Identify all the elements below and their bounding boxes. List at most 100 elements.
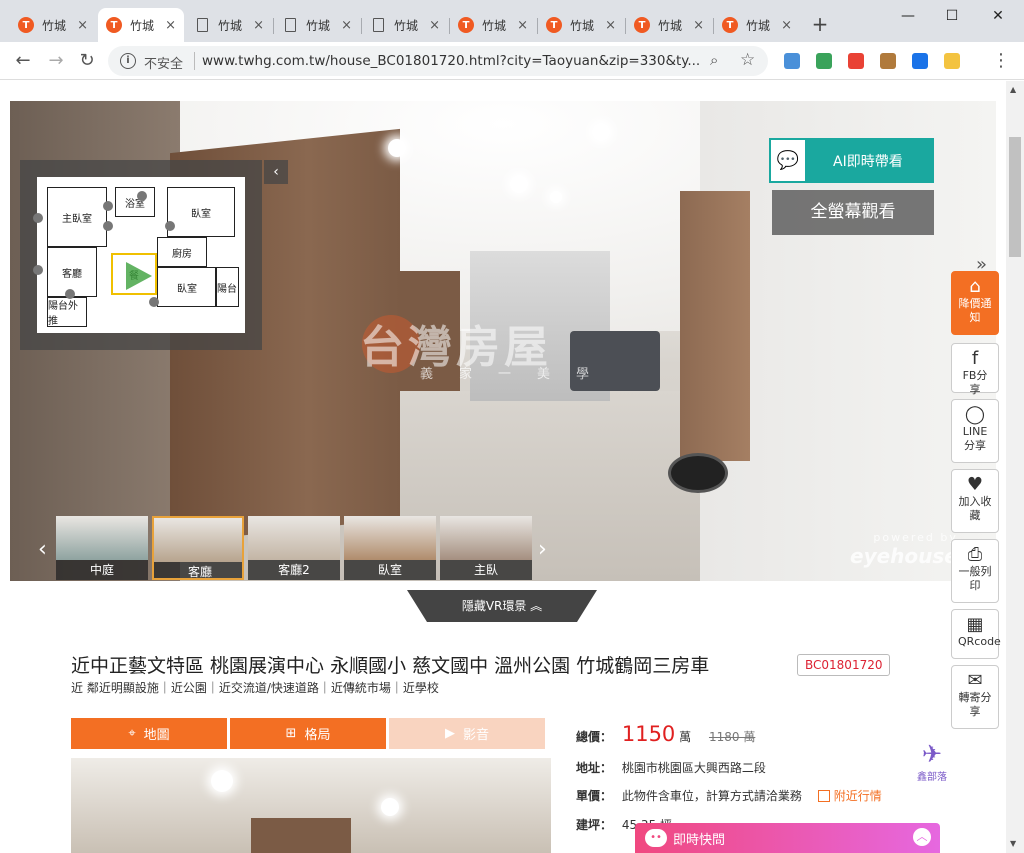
scene-thumbnail-label: 客廳2	[248, 560, 340, 580]
floorplan-hotspot[interactable]	[33, 265, 43, 275]
chevron-up-icon[interactable]: ︿	[913, 828, 931, 846]
back-button[interactable]: ←	[12, 50, 34, 72]
extension-icon[interactable]	[848, 53, 864, 69]
tab-close-icon[interactable]: ×	[781, 18, 792, 33]
floorplan-hotspot[interactable]	[103, 221, 113, 231]
page-scrollbar[interactable]: ▲ ▼	[1006, 81, 1024, 853]
browser-tab[interactable]: T 竹城 ×	[10, 8, 96, 42]
browser-tab[interactable]: T 竹城 ×	[98, 8, 184, 42]
bookmark-star-icon[interactable]: ☆	[740, 50, 755, 70]
instant-chat-bar[interactable]: •• 即時快問 ︿	[635, 823, 940, 853]
tab-close-icon[interactable]: ×	[605, 18, 616, 33]
thumb-prev-icon[interactable]: ‹	[38, 537, 47, 562]
floorplan-hotspot[interactable]	[137, 191, 147, 201]
tab-close-icon[interactable]: ×	[253, 18, 264, 33]
tab-close-icon[interactable]: ×	[341, 18, 352, 33]
area-label: 建坪：	[576, 818, 613, 832]
browser-tab[interactable]: T 竹城 ×	[538, 8, 624, 42]
scroll-down-arrow[interactable]: ▼	[1010, 839, 1016, 848]
side-action-item[interactable]: ♥ 加入收藏	[951, 469, 999, 533]
forward-button[interactable]: →	[45, 50, 67, 72]
browser-menu-icon[interactable]: ⋮	[992, 50, 1010, 71]
extension-icon[interactable]	[816, 53, 832, 69]
ai-guide-button[interactable]: 💬 AI即時帶看	[769, 138, 934, 183]
total-price-label: 總價：	[576, 730, 613, 744]
tab-close-icon[interactable]: ×	[77, 18, 88, 33]
zoom-icon[interactable]: ⌕	[710, 51, 718, 69]
info-icon[interactable]: i	[120, 53, 136, 69]
hide-vr-button[interactable]: 隱藏VR環景 ︽	[407, 590, 597, 622]
floorplan-hotspot[interactable]	[165, 221, 175, 231]
side-action-item[interactable]: ▦ QRcode	[951, 609, 1001, 659]
tab-close-icon[interactable]: ×	[165, 18, 176, 33]
floorplan-hotspot[interactable]	[149, 297, 159, 307]
document-icon	[197, 18, 208, 32]
maximize-button[interactable]: ☐	[930, 4, 974, 28]
floorplan-room[interactable]: 浴室	[115, 187, 155, 217]
browser-tab[interactable]: 竹城 ×	[186, 8, 272, 42]
tab-separator	[449, 18, 450, 34]
fullscreen-button[interactable]: 全螢幕觀看	[772, 190, 934, 235]
scene-thumbnail[interactable]: 客廳2	[248, 516, 340, 580]
side-action-item[interactable]: f FB分享	[951, 343, 999, 396]
tab-close-icon[interactable]: ×	[517, 18, 528, 33]
powered-by-brand: eyehouse	[850, 544, 958, 568]
close-window-button[interactable]: ✕	[976, 4, 1020, 28]
scene-thumbnail[interactable]: 主臥	[440, 516, 532, 580]
floorplan-room[interactable]: 臥室	[167, 187, 235, 237]
reload-button[interactable]: ↻	[76, 50, 98, 72]
browser-tab[interactable]: T 竹城 ×	[450, 8, 536, 42]
scene-thumbnail[interactable]: 中庭	[56, 516, 148, 580]
scene-thumbnail[interactable]: 客廳	[152, 516, 244, 580]
scroll-up-arrow[interactable]: ▲	[1010, 85, 1016, 94]
extension-icon[interactable]	[784, 53, 800, 69]
listing-tab-2[interactable]: ▶ 影音	[389, 718, 545, 749]
nearby-prices-link[interactable]: 附近行情	[817, 789, 882, 803]
floorplan-minimap-panel: 主臥室 臥室 客廳 廚房 臥室 陽台 陽台外推 浴室餐	[20, 160, 262, 350]
listing-photo[interactable]	[71, 758, 551, 853]
minimap-collapse-button[interactable]: ‹	[264, 160, 288, 184]
chat-icon: 💬	[769, 138, 807, 183]
browser-tab[interactable]: 竹城 ×	[362, 8, 448, 42]
floorplan-hotspot[interactable]	[33, 213, 43, 223]
twhg-logo-icon: T	[18, 17, 34, 33]
total-price-row: 總價： 1150 萬 1180 萬	[576, 722, 755, 746]
tab-close-icon[interactable]: ×	[693, 18, 704, 33]
listing-tab-0[interactable]: ⌖ 地圖	[71, 718, 227, 749]
extension-icon[interactable]	[944, 53, 960, 69]
browser-tab[interactable]: T 竹城 ×	[714, 8, 800, 42]
tab-separator	[361, 18, 362, 34]
floorplan-minimap[interactable]: 主臥室 臥室 客廳 廚房 臥室 陽台 陽台外推 浴室餐	[33, 177, 245, 333]
floorplan-room[interactable]: 主臥室	[47, 187, 107, 247]
extension-icon[interactable]	[912, 53, 928, 69]
scene-thumbnail-image	[440, 516, 532, 560]
thumb-next-icon[interactable]: ›	[538, 537, 547, 562]
floorplan-room[interactable]: 陽台外推	[47, 297, 87, 327]
browser-tab[interactable]: 竹城 ×	[274, 8, 360, 42]
floorplan-room[interactable]: 廚房	[157, 237, 207, 267]
unit-price-value: 此物件含車位，計算方式請洽業務	[621, 789, 802, 803]
floorplan-room[interactable]: 臥室	[157, 267, 217, 307]
side-action-item[interactable]: ⎙ 一般列印	[951, 539, 999, 603]
side-action-item[interactable]: ✉ 轉寄分享	[951, 665, 999, 729]
side-action-item[interactable]: ⌂ 降價通知	[951, 271, 999, 335]
tab-close-icon[interactable]: ×	[429, 18, 440, 33]
tab-title: 竹城	[746, 18, 771, 33]
floorplan-hotspot[interactable]	[65, 289, 75, 299]
address-bar[interactable]: i 不安全 www.twhg.com.tw/house_BC01801720.h…	[108, 46, 768, 76]
xinbuluo-badge: ✈ 鑫部落	[910, 740, 954, 783]
paper-plane-icon: ✈	[921, 740, 943, 768]
url-text[interactable]: www.twhg.com.tw/house_BC01801720.html?ci…	[202, 53, 702, 69]
scrollbar-thumb[interactable]	[1009, 137, 1021, 257]
new-tab-button[interactable]: +	[808, 12, 832, 36]
scene-thumbnail[interactable]: 臥室	[344, 516, 436, 580]
floorplan-room[interactable]: 陽台	[215, 267, 239, 307]
listing-tab-1[interactable]: ⊞ 格局	[230, 718, 386, 749]
browser-tab[interactable]: T 竹城 ×	[626, 8, 712, 42]
vr-panorama-viewer[interactable]: 台灣房屋 義家一美學 💬 AI即時帶看 全螢幕觀看 » 主臥室 臥室 客廳 廚房 臥室陽…	[10, 101, 996, 581]
minimize-button[interactable]: —	[886, 4, 930, 28]
side-action-item[interactable]: ◯ LINE分享	[951, 399, 999, 463]
floorplan-hotspot[interactable]	[103, 201, 113, 211]
tab-title: 竹城	[482, 18, 507, 33]
extension-icon[interactable]	[880, 53, 896, 69]
